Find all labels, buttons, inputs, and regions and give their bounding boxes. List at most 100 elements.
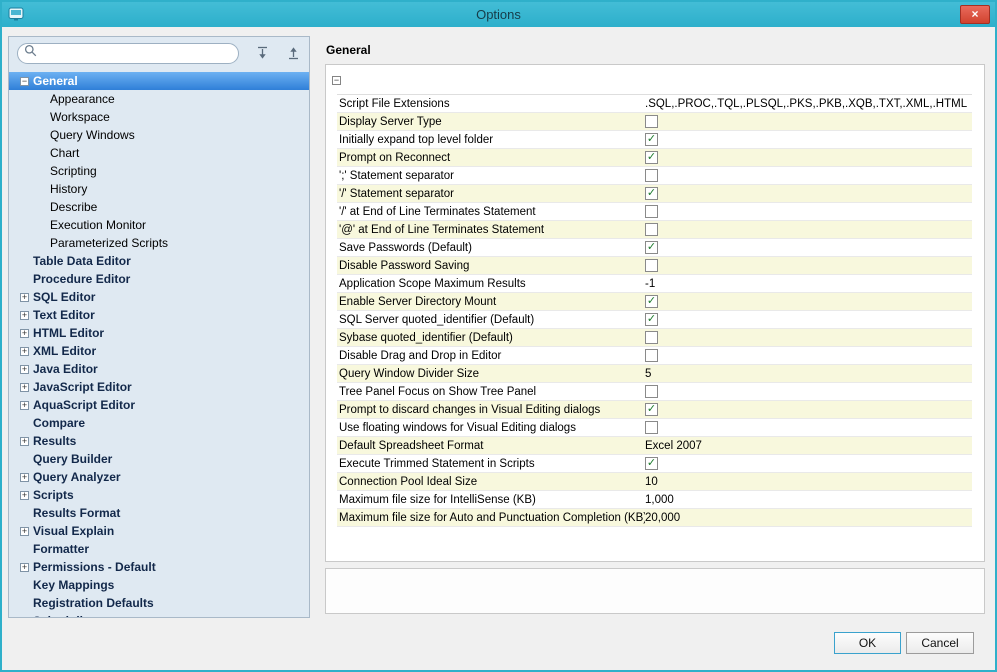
- tree-item-general[interactable]: −General: [9, 72, 309, 90]
- setting-value[interactable]: -1: [645, 278, 655, 290]
- setting-row-sybase-quoted-identifier-default: Sybase quoted_identifier (Default): [337, 329, 972, 347]
- expand-icon[interactable]: +: [20, 527, 29, 536]
- collapse-all-icon[interactable]: [285, 45, 301, 61]
- setting-value[interactable]: Excel 2007: [645, 440, 702, 452]
- tree-item-html-editor[interactable]: +HTML Editor: [9, 324, 309, 342]
- tree-item-history[interactable]: History: [9, 180, 309, 198]
- expand-icon[interactable]: +: [20, 437, 29, 446]
- tree-item-appearance[interactable]: Appearance: [9, 90, 309, 108]
- tree-item-formatter[interactable]: Formatter: [9, 540, 309, 558]
- checkbox-checked[interactable]: ✓: [645, 403, 658, 416]
- search-input[interactable]: [41, 46, 232, 60]
- setting-label: Maximum file size for Auto and Punctuati…: [337, 509, 645, 527]
- ok-button[interactable]: OK: [834, 632, 901, 654]
- cancel-button[interactable]: Cancel: [906, 632, 974, 654]
- expand-icon[interactable]: +: [20, 383, 29, 392]
- checkbox-unchecked[interactable]: [645, 169, 658, 182]
- options-tree: −GeneralAppearanceWorkspaceQuery Windows…: [9, 72, 309, 618]
- expand-icon[interactable]: +: [20, 401, 29, 410]
- tree-item-xml-editor[interactable]: +XML Editor: [9, 342, 309, 360]
- tree-item-label: Compare: [33, 416, 85, 430]
- tree-item-scripting[interactable]: Scripting: [9, 162, 309, 180]
- setting-label: Connection Pool Ideal Size: [337, 473, 645, 491]
- tree-item-workspace[interactable]: Workspace: [9, 108, 309, 126]
- tree-item-query-windows[interactable]: Query Windows: [9, 126, 309, 144]
- setting-label: Maximum file size for IntelliSense (KB): [337, 491, 645, 509]
- tree-item-results-format[interactable]: Results Format: [9, 504, 309, 522]
- tree-item-java-editor[interactable]: +Java Editor: [9, 360, 309, 378]
- expand-icon[interactable]: +: [20, 563, 29, 572]
- tree-item-key-mappings[interactable]: Key Mappings: [9, 576, 309, 594]
- setting-value[interactable]: 1,000: [645, 494, 674, 506]
- checkbox-checked[interactable]: ✓: [645, 457, 658, 470]
- tree-item-label: SQL Editor: [33, 290, 95, 304]
- checkbox-checked[interactable]: ✓: [645, 187, 658, 200]
- tree-item-query-builder[interactable]: Query Builder: [9, 450, 309, 468]
- checkbox-unchecked[interactable]: [645, 331, 658, 344]
- setting-value[interactable]: .SQL,.PROC,.TQL,.PLSQL,.PKS,.PKB,.XQB,.T…: [645, 98, 967, 110]
- checkbox-unchecked[interactable]: [645, 259, 658, 272]
- checkbox-checked[interactable]: ✓: [645, 151, 658, 164]
- tree-item-parameterized-scripts[interactable]: Parameterized Scripts: [9, 234, 309, 252]
- toggle-spacer: [20, 257, 29, 266]
- titlebar[interactable]: Options ×: [2, 2, 995, 27]
- tree-item-registration-defaults[interactable]: Registration Defaults: [9, 594, 309, 612]
- tree-item-results[interactable]: +Results: [9, 432, 309, 450]
- tree-item-procedure-editor[interactable]: Procedure Editor: [9, 270, 309, 288]
- tree-item-describe[interactable]: Describe: [9, 198, 309, 216]
- tree-item-label: Parameterized Scripts: [50, 236, 168, 250]
- setting-value-cell: [645, 167, 972, 185]
- tree-item-text-editor[interactable]: + Text Editor: [9, 306, 309, 324]
- checkbox-unchecked[interactable]: [645, 223, 658, 236]
- tree-item-chart[interactable]: Chart: [9, 144, 309, 162]
- tree-item-execution-monitor[interactable]: Execution Monitor: [9, 216, 309, 234]
- toggle-spacer: [37, 221, 46, 230]
- checkbox-checked[interactable]: ✓: [645, 313, 658, 326]
- setting-value-cell: ✓: [645, 131, 972, 149]
- tree-item-javascript-editor[interactable]: +JavaScript Editor: [9, 378, 309, 396]
- expand-icon[interactable]: +: [20, 329, 29, 338]
- setting-row-disable-drag-and-drop-in-editor: Disable Drag and Drop in Editor: [337, 347, 972, 365]
- tree-item-scheduling[interactable]: Scheduling: [9, 612, 309, 618]
- close-button[interactable]: ×: [960, 5, 990, 24]
- checkbox-checked[interactable]: ✓: [645, 133, 658, 146]
- checkbox-unchecked[interactable]: [645, 115, 658, 128]
- tree-item-query-analyzer[interactable]: +Query Analyzer: [9, 468, 309, 486]
- settings-table: Script File Extensions.SQL,.PROC,.TQL,.P…: [337, 94, 972, 527]
- tree-item-sql-editor[interactable]: + SQL Editor: [9, 288, 309, 306]
- expand-icon[interactable]: +: [20, 365, 29, 374]
- group-collapse-icon[interactable]: −: [332, 76, 341, 85]
- tree-item-visual-explain[interactable]: + Visual Explain: [9, 522, 309, 540]
- expand-all-icon[interactable]: [254, 45, 270, 61]
- expand-icon[interactable]: +: [20, 311, 29, 320]
- checkbox-checked[interactable]: ✓: [645, 295, 658, 308]
- search-box[interactable]: [17, 43, 239, 64]
- tree-item-table-data-editor[interactable]: Table Data Editor: [9, 252, 309, 270]
- tree-item-label: Scheduling: [33, 614, 98, 618]
- setting-label: Enable Server Directory Mount: [337, 293, 645, 311]
- checkbox-checked[interactable]: ✓: [645, 241, 658, 254]
- checkbox-unchecked[interactable]: [645, 205, 658, 218]
- setting-value[interactable]: 10: [645, 476, 658, 488]
- collapse-icon[interactable]: −: [20, 77, 29, 86]
- expand-icon[interactable]: +: [20, 491, 29, 500]
- tree-item-label: Text Editor: [33, 308, 95, 322]
- tree-item-aquascript-editor[interactable]: +AquaScript Editor: [9, 396, 309, 414]
- tree-item-scripts[interactable]: +Scripts: [9, 486, 309, 504]
- tree-item-compare[interactable]: Compare: [9, 414, 309, 432]
- toggle-spacer: [37, 203, 46, 212]
- expand-icon[interactable]: +: [20, 473, 29, 482]
- setting-row-maximum-file-size-for-auto-and-punctuation-completion-kb: Maximum file size for Auto and Punctuati…: [337, 509, 972, 527]
- setting-value[interactable]: 5: [645, 368, 651, 380]
- setting-value[interactable]: 20,000: [645, 512, 680, 524]
- expand-icon[interactable]: +: [20, 293, 29, 302]
- tree-item-permissions-default[interactable]: +Permissions - Default: [9, 558, 309, 576]
- setting-value-cell: 20,000: [645, 509, 972, 527]
- close-icon: ×: [971, 7, 978, 21]
- tree-item-label: Visual Explain: [33, 524, 114, 538]
- checkbox-unchecked[interactable]: [645, 421, 658, 434]
- setting-label: '@' at End of Line Terminates Statement: [337, 221, 645, 239]
- checkbox-unchecked[interactable]: [645, 385, 658, 398]
- expand-icon[interactable]: +: [20, 347, 29, 356]
- checkbox-unchecked[interactable]: [645, 349, 658, 362]
